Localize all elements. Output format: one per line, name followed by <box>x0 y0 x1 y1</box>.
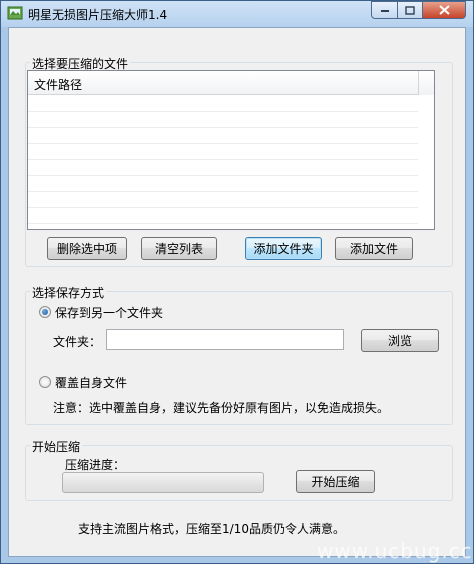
compress-group-label: 开始压缩 <box>30 438 83 455</box>
browse-button[interactable]: 浏览 <box>361 329 439 352</box>
row-divider <box>28 223 418 224</box>
close-button[interactable] <box>422 1 466 19</box>
header-spacer <box>418 71 434 95</box>
file-list[interactable]: 文件路径 <box>27 70 435 230</box>
overwrite-note: 注意：选中覆盖自身，建议先备份好原有图片，以免造成损失。 <box>53 401 390 415</box>
compression-progress-bar <box>62 472 264 493</box>
row-divider <box>28 191 418 192</box>
row-divider <box>28 159 418 160</box>
progress-label: 压缩进度： <box>65 458 126 472</box>
maximize-icon <box>405 5 415 15</box>
title-bar[interactable]: 明星无损图片压缩大师1.4 <box>1 1 473 27</box>
folder-label: 文件夹： <box>53 335 102 349</box>
row-divider <box>28 175 418 176</box>
close-icon <box>438 5 450 15</box>
clear-list-button[interactable]: 清空列表 <box>141 237 217 260</box>
add-file-button[interactable]: 添加文件 <box>335 237 413 260</box>
app-icon <box>7 6 23 20</box>
overwrite-radio[interactable] <box>39 376 51 388</box>
row-divider <box>28 143 418 144</box>
window-title: 明星无损图片压缩大师1.4 <box>28 8 168 22</box>
watermark: www.ucbug.cc <box>317 539 473 563</box>
minimize-icon <box>380 10 389 12</box>
overwrite-label[interactable]: 覆盖自身文件 <box>55 374 127 391</box>
save-to-folder-radio[interactable] <box>39 306 51 318</box>
minimize-button[interactable] <box>371 1 398 19</box>
column-header-file-path[interactable]: 文件路径 <box>34 76 82 93</box>
app-window: 明星无损图片压缩大师1.4 选择要压缩的文件 文件路径 删除选中项 清空列表 添… <box>0 0 474 564</box>
list-header: 文件路径 <box>28 71 418 95</box>
folder-path-input[interactable] <box>106 329 344 350</box>
row-divider <box>28 127 418 128</box>
save-to-folder-label[interactable]: 保存到另一个文件夹 <box>55 304 163 321</box>
delete-selected-button[interactable]: 删除选中项 <box>47 237 127 260</box>
footer-text: 支持主流图片格式，压缩至1/10品质仍令人满意。 <box>78 522 345 536</box>
row-divider <box>28 207 418 208</box>
maximize-button[interactable] <box>397 1 423 19</box>
save-group-label: 选择保存方式 <box>30 284 107 301</box>
row-divider <box>28 111 418 112</box>
start-compress-button[interactable]: 开始压缩 <box>296 470 375 493</box>
add-folder-button[interactable]: 添加文件夹 <box>245 237 322 260</box>
